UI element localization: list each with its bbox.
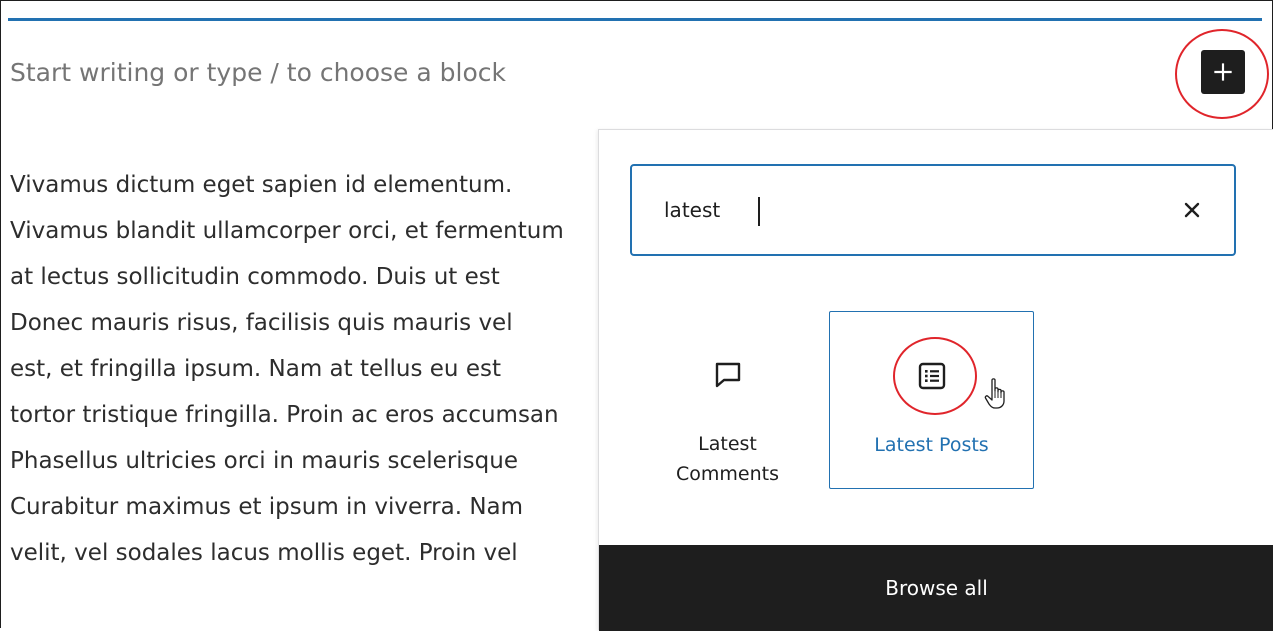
paragraph-line: velit, vel sodales lacus mollis eget. Pr… xyxy=(10,540,518,566)
block-inserter-popover: Latest Comments Latest Posts Browse all xyxy=(598,129,1273,631)
paragraph-line: Donec mauris risus, facilisis quis mauri… xyxy=(10,310,513,336)
block-focus-line xyxy=(8,18,1262,21)
block-inserter-toggle-button[interactable] xyxy=(1201,50,1245,94)
paragraph-line: Phasellus ultricies orci in mauris scele… xyxy=(10,448,518,474)
block-option-label: Latest Posts xyxy=(874,434,989,456)
plus-icon xyxy=(1214,63,1232,81)
paragraph-line: tortor tristique fringilla. Proin ac ero… xyxy=(10,402,559,428)
clear-search-button[interactable] xyxy=(1176,194,1208,226)
block-option-label-text: Latest Comments xyxy=(676,433,779,485)
block-option-latest-comments[interactable]: Latest Comments xyxy=(625,311,830,489)
post-list-icon xyxy=(918,362,945,390)
paragraph-line: Curabitur maximus et ipsum in viverra. N… xyxy=(10,494,524,520)
block-search-input[interactable] xyxy=(664,194,1164,226)
paragraph-line: est, et fringilla ipsum. Nam at tellus e… xyxy=(10,356,501,382)
paragraph-block[interactable]: Vivamus dictum eget sapien id elementum.… xyxy=(10,162,598,576)
close-icon xyxy=(1184,202,1200,218)
hand-cursor-icon xyxy=(984,378,1005,409)
comment-icon xyxy=(715,362,740,388)
block-option-label: Latest Comments xyxy=(625,429,830,489)
paragraph-line: at lectus sollicitudin commodo. Duis ut … xyxy=(10,264,500,290)
paragraph-line: Vivamus dictum eget sapien id elementum. xyxy=(10,172,513,198)
browse-all-button[interactable]: Browse all xyxy=(599,545,1273,631)
block-search-field xyxy=(630,164,1236,256)
paragraph-line: Vivamus blandit ullamcorper orci, et fer… xyxy=(10,218,564,244)
text-caret xyxy=(758,197,760,226)
empty-block-placeholder[interactable]: Start writing or type / to choose a bloc… xyxy=(10,58,506,87)
